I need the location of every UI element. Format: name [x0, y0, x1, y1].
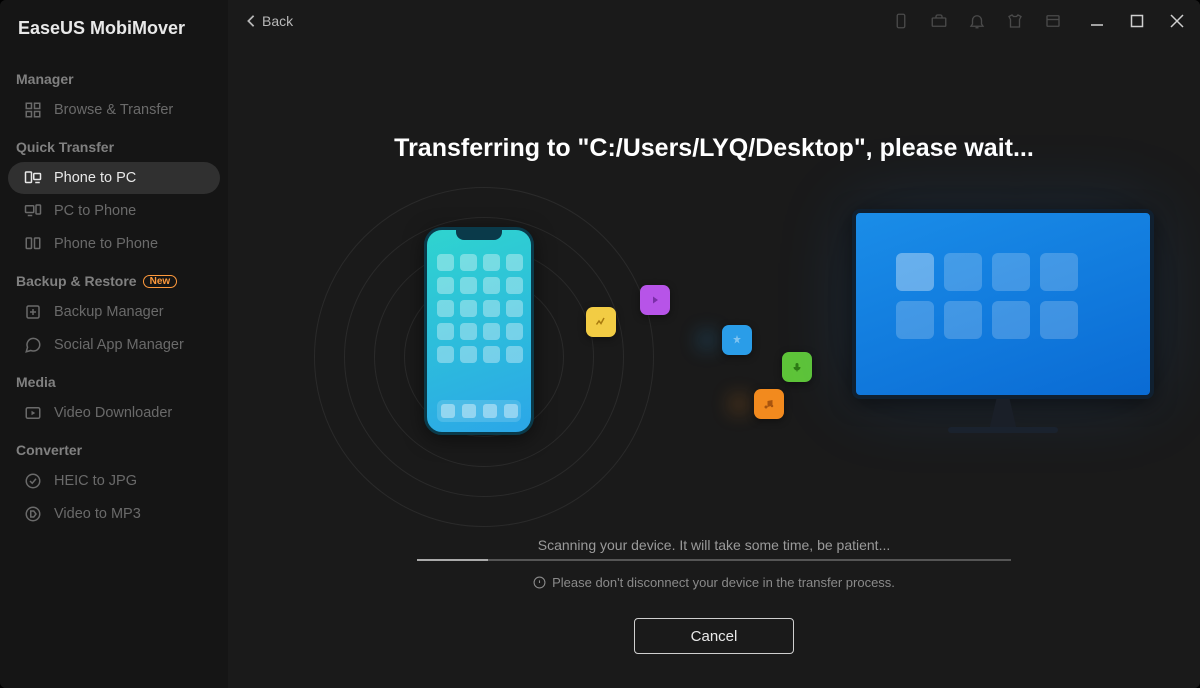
new-badge: New [143, 275, 178, 288]
progress-bar [417, 559, 1011, 561]
sidebar-item-label: Phone to Phone [54, 236, 158, 252]
sidebar-item-backup-manager[interactable]: Backup Manager [8, 296, 220, 328]
menu-icon[interactable] [1044, 12, 1062, 30]
transfer-icon-play [640, 285, 670, 315]
close-button[interactable] [1166, 10, 1188, 32]
section-converter: Converter [0, 430, 228, 464]
progress-area: Scanning your device. It will take some … [417, 537, 1011, 590]
sidebar-item-social-app-manager[interactable]: Social App Manager [8, 329, 220, 361]
chevron-left-icon [246, 14, 256, 28]
titlebar: Back [228, 0, 1200, 42]
transfer-icon-music [754, 389, 784, 419]
sidebar-item-label: Browse & Transfer [54, 102, 173, 118]
sidebar-item-browse-transfer[interactable]: Browse & Transfer [8, 94, 220, 126]
section-media: Media [0, 362, 228, 396]
sidebar-item-label: Phone to PC [54, 170, 136, 186]
monitor-illustration [852, 209, 1154, 433]
info-icon [533, 576, 546, 589]
video-download-icon [24, 404, 42, 422]
sidebar-item-video-downloader[interactable]: Video Downloader [8, 397, 220, 429]
transfer-icon-mic [782, 352, 812, 382]
transfer-illustration [364, 197, 1064, 477]
window-controls [1086, 10, 1188, 32]
sidebar-item-heic-to-jpg[interactable]: HEIC to JPG [8, 465, 220, 497]
sidebar-item-label: Backup Manager [54, 304, 164, 320]
grid-icon [24, 101, 42, 119]
bell-icon[interactable] [968, 12, 986, 30]
sidebar-item-phone-to-phone[interactable]: Phone to Phone [8, 228, 220, 260]
cancel-button[interactable]: Cancel [634, 618, 794, 654]
section-backup-restore-row: Backup & Restore New [0, 261, 228, 295]
titlebar-icons [892, 12, 1062, 30]
warning-text: Please don't disconnect your device in t… [552, 575, 895, 590]
sidebar-item-label: Video Downloader [54, 405, 172, 421]
app-title: EaseUS MobiMover [0, 0, 228, 59]
chat-icon [24, 336, 42, 354]
sidebar-item-video-to-mp3[interactable]: Video to MP3 [8, 498, 220, 530]
section-manager: Manager [0, 59, 228, 93]
pc-to-phone-icon [24, 202, 42, 220]
maximize-button[interactable] [1126, 10, 1148, 32]
audio-convert-icon [24, 505, 42, 523]
sidebar-item-phone-to-pc[interactable]: Phone to PC [8, 162, 220, 194]
phone-to-pc-icon [24, 169, 42, 187]
warning-row: Please don't disconnect your device in t… [417, 575, 1011, 590]
content: Transferring to "C:/Users/LYQ/Desktop", … [228, 42, 1200, 688]
sidebar-item-label: HEIC to JPG [54, 473, 137, 489]
transfer-heading: Transferring to "C:/Users/LYQ/Desktop", … [394, 134, 1034, 163]
toolbox-icon[interactable] [930, 12, 948, 30]
main-panel: Back Transferring to "C:/Users/LYQ/Deskt… [228, 0, 1200, 688]
back-label: Back [262, 13, 293, 29]
sidebar: EaseUS MobiMover Manager Browse & Transf… [0, 0, 228, 688]
scan-status-text: Scanning your device. It will take some … [417, 537, 1011, 553]
section-quick-transfer: Quick Transfer [0, 127, 228, 161]
phone-illustration [424, 227, 534, 435]
minimize-button[interactable] [1086, 10, 1108, 32]
image-convert-icon [24, 472, 42, 490]
back-button[interactable]: Back [246, 13, 293, 29]
transfer-icon-appstore [722, 325, 752, 355]
sidebar-item-label: Social App Manager [54, 337, 184, 353]
phone-to-phone-icon [24, 235, 42, 253]
sidebar-item-label: PC to Phone [54, 203, 136, 219]
backup-icon [24, 303, 42, 321]
transfer-icon-chart [586, 307, 616, 337]
app-window: EaseUS MobiMover Manager Browse & Transf… [0, 0, 1200, 688]
sidebar-item-label: Video to MP3 [54, 506, 141, 522]
device-icon[interactable] [892, 12, 910, 30]
section-backup-restore: Backup & Restore [16, 273, 137, 289]
sidebar-item-pc-to-phone[interactable]: PC to Phone [8, 195, 220, 227]
shirt-icon[interactable] [1006, 12, 1024, 30]
